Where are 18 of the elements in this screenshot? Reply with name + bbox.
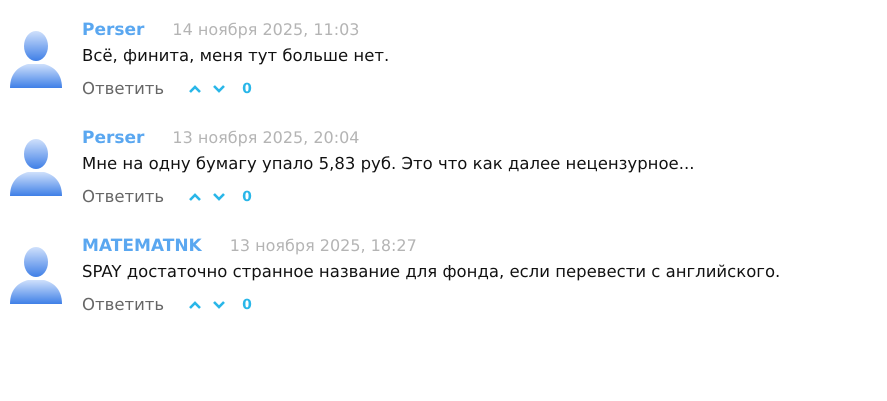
- reply-link[interactable]: Ответить: [82, 79, 164, 98]
- downvote-icon[interactable]: [212, 300, 226, 310]
- comment-text: SPAY достаточно странное название для фонда, если перевести с английского.: [82, 262, 780, 281]
- upvote-icon[interactable]: [188, 192, 202, 202]
- upvote-icon[interactable]: [188, 84, 202, 94]
- vote-score: 0: [242, 296, 252, 312]
- upvote-icon[interactable]: [188, 300, 202, 310]
- vote-score: 0: [242, 188, 252, 204]
- comment-date: 13 ноября 2025, 18:27: [230, 236, 417, 255]
- downvote-icon[interactable]: [212, 84, 226, 94]
- vote-score: 0: [242, 80, 252, 96]
- downvote-icon[interactable]: [212, 192, 226, 202]
- comment-text: Всё, финита, меня тут больше нет.: [82, 46, 390, 65]
- comment-date: 14 ноября 2025, 11:03: [172, 20, 360, 39]
- comment-text: Мне на одну бумагу упало 5,83 руб. Это что как далее нецензурное...: [82, 154, 694, 173]
- reply-link[interactable]: Ответить: [82, 187, 164, 206]
- comment-date: 13 ноября 2025, 20:04: [172, 128, 360, 147]
- reply-link[interactable]: Ответить: [82, 295, 164, 314]
